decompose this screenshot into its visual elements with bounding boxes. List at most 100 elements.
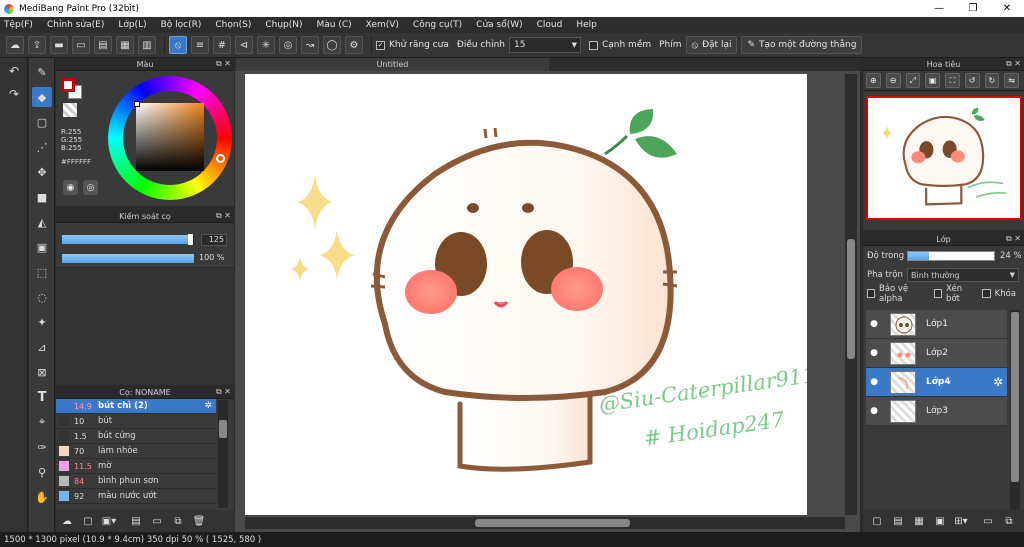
vanishing-snap-icon[interactable]: ⊲ — [235, 36, 253, 54]
navigator-preview[interactable] — [866, 96, 1022, 220]
eraser-tool-icon[interactable]: ◆ — [32, 87, 52, 107]
panel-controls[interactable]: ⧉ ✕ — [216, 59, 231, 69]
minimize-button[interactable]: — — [922, 0, 956, 17]
graph-tool-icon[interactable]: ⋰ — [32, 137, 52, 157]
new-brush-icon[interactable]: ▢ — [80, 513, 96, 529]
fullscreen-icon[interactable]: ⛶ — [945, 73, 960, 88]
clipping-checkbox[interactable]: Xén bớt — [934, 284, 973, 304]
brush-cloud-icon[interactable]: ☁ — [59, 513, 75, 529]
duplicate-icon[interactable]: ⧉ — [170, 513, 186, 529]
menu-edit[interactable]: Chỉnh sửa(E) — [47, 20, 104, 30]
brush-row[interactable]: 92 màu nước ướt — [56, 489, 216, 504]
foreground-color-swatch[interactable] — [61, 78, 75, 92]
menu-filter[interactable]: Bộ lọc(R) — [161, 20, 202, 30]
folder-icon[interactable]: ▭ — [149, 513, 165, 529]
duplicate-layer-icon[interactable]: ⧉ — [1001, 513, 1017, 529]
brush-size-value[interactable]: 125 — [201, 234, 227, 246]
panels-icon[interactable]: ▥ — [138, 36, 156, 54]
lock-checkbox[interactable]: Khóa — [981, 289, 1016, 299]
cross-snap-icon[interactable]: # — [213, 36, 231, 54]
canvas-vertical-scrollbar[interactable] — [845, 74, 857, 515]
page-icon[interactable]: ▤ — [94, 36, 112, 54]
menu-layer[interactable]: Lớp(L) — [118, 20, 146, 30]
scrollbar-thumb[interactable] — [1011, 312, 1019, 482]
move-tool-icon[interactable]: ✥ — [32, 162, 52, 182]
operation-tool-icon[interactable]: ⌖ — [32, 412, 52, 432]
rotate-right-icon[interactable]: ↻ — [984, 73, 1000, 88]
select-eraser-icon[interactable]: ⊠ — [32, 362, 52, 382]
panel-controls[interactable]: ⧉ ✕ — [1006, 59, 1021, 69]
menu-help[interactable]: Help — [576, 20, 597, 30]
straight-line-button[interactable]: ✎ Tạo một đường thẳng — [741, 36, 863, 54]
circle-snap-icon[interactable]: ◯ — [323, 36, 341, 54]
eyedropper-icon[interactable]: ⚲ — [32, 462, 52, 482]
visibility-icon[interactable]: ● — [866, 319, 882, 329]
panel-controls[interactable]: ⧉ ✕ — [1006, 234, 1021, 244]
menu-file[interactable]: Tệp(F) — [4, 20, 33, 30]
brush-row[interactable]: 14.9 bút chì (2) ✲ — [56, 399, 216, 414]
panel-controls[interactable]: ⧉ ✕ — [216, 387, 231, 397]
upload-icon[interactable]: ⇪ — [28, 36, 46, 54]
cloud-icon[interactable]: ☁ — [6, 36, 24, 54]
menu-select[interactable]: Chọn(S) — [215, 20, 251, 30]
brush-properties-icon[interactable]: ▤ — [128, 513, 144, 529]
layer-row[interactable]: ● Lớp1 — [866, 310, 1007, 339]
menu-cloud[interactable]: Cloud — [537, 20, 563, 30]
palette-add-icon[interactable]: ◎ — [83, 180, 98, 195]
hand-tool-icon[interactable]: ✋ — [32, 487, 52, 507]
brush-opacity-slider[interactable] — [62, 254, 194, 263]
flip-icon[interactable]: ⇋ — [1004, 73, 1019, 88]
correction-select[interactable]: 15 ▼ — [508, 37, 581, 53]
drawing-canvas[interactable]: @Siu-Caterpillar911 # Hoidap247 — [245, 74, 807, 515]
shape-tool-icon[interactable]: ■ — [32, 187, 52, 207]
brush-tool-icon[interactable]: ✎ — [32, 62, 52, 82]
new-1bit-layer-icon[interactable]: ▣ — [932, 513, 948, 529]
select-pen-icon[interactable]: ⊿ — [32, 337, 52, 357]
gear-icon[interactable]: ✲ — [204, 401, 212, 411]
add-brush-icon[interactable]: ▣▾ — [101, 513, 117, 529]
grid-page-icon[interactable]: ▦ — [116, 36, 134, 54]
layer-opacity-slider[interactable] — [907, 251, 995, 261]
text-tool-icon[interactable]: T — [32, 387, 52, 407]
layer-list-scrollbar[interactable] — [1010, 310, 1020, 518]
new-halftone-layer-icon[interactable]: ▤ — [890, 513, 906, 529]
rotate-left-icon[interactable]: ↺ — [964, 73, 980, 88]
reset-button[interactable]: ⦸ Đặt lại — [685, 36, 738, 54]
zoom-in-icon[interactable]: ⊕ — [866, 73, 881, 88]
menu-window[interactable]: Cửa sổ(W) — [476, 20, 522, 30]
actual-size-icon[interactable]: ▣ — [925, 73, 940, 88]
new-8bit-layer-icon[interactable]: ▦ — [911, 513, 927, 529]
canvas-horizontal-scrollbar[interactable] — [245, 517, 845, 529]
comment-icon[interactable]: ▬ — [50, 36, 68, 54]
snap-off-icon[interactable]: ⦸ — [169, 36, 187, 54]
scrollbar-thumb[interactable] — [475, 519, 630, 527]
fit-icon[interactable]: ⤢ — [905, 73, 921, 88]
chat-icon[interactable]: ▭ — [72, 36, 90, 54]
brush-size-slider[interactable] — [62, 234, 194, 245]
panel-controls[interactable]: ⧉ ✕ — [216, 211, 231, 221]
blend-mode-select[interactable]: Bình thường ▼ — [907, 268, 1019, 282]
parallel-snap-icon[interactable]: ≡ — [191, 36, 209, 54]
trash-icon[interactable]: 🗑 — [191, 513, 207, 529]
visibility-icon[interactable]: ● — [866, 377, 882, 387]
menu-color[interactable]: Màu (C) — [317, 20, 352, 30]
protect-alpha-check-box[interactable] — [867, 289, 875, 298]
undo-icon[interactable]: ↶ — [3, 61, 25, 81]
concentric-snap-icon[interactable]: ◎ — [279, 36, 297, 54]
brush-list-scrollbar[interactable] — [218, 400, 228, 508]
layer-row[interactable]: ● Lớp2 — [866, 339, 1007, 368]
antialias-check-box[interactable]: ✓ — [376, 40, 385, 50]
new-layer-icon[interactable]: ▢ — [869, 513, 885, 529]
document-tab[interactable]: Untitled — [236, 58, 549, 71]
hue-marker[interactable] — [216, 154, 225, 163]
select-tool-icon[interactable]: ⬚ — [32, 262, 52, 282]
divide-tool-icon[interactable]: ✑ — [32, 437, 52, 457]
scrollbar-thumb[interactable] — [219, 420, 227, 438]
clipping-check-box[interactable] — [934, 289, 943, 298]
transparent-swatch[interactable] — [63, 103, 77, 117]
layer-row[interactable]: ● Lớp3 — [866, 397, 1007, 426]
close-button[interactable]: ✕ — [990, 0, 1024, 17]
layer-row[interactable]: ● Lớp4 ✲ — [866, 368, 1007, 397]
zoom-out-icon[interactable]: ⊖ — [885, 73, 901, 88]
protect-alpha-checkbox[interactable]: Bảo vệ alpha — [867, 284, 926, 304]
